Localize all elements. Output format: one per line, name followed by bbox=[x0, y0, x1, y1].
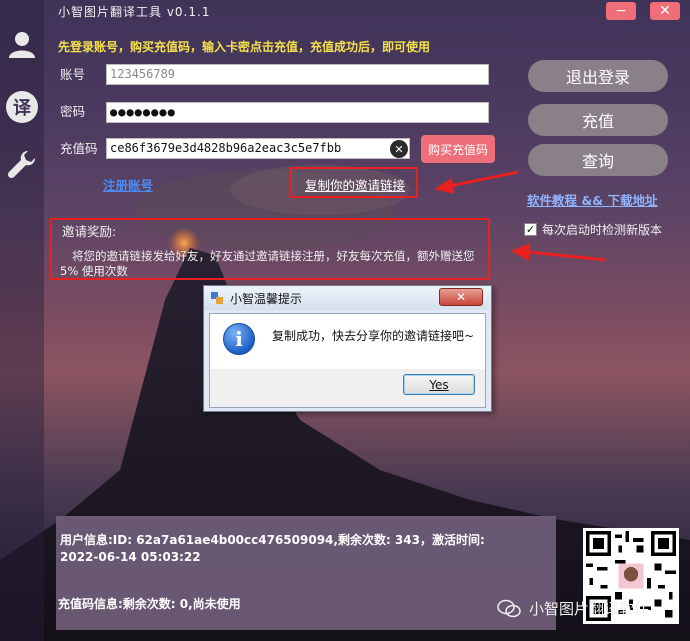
auto-update-checkbox[interactable]: ✓ bbox=[524, 223, 537, 236]
dialog-title: 小智温馨提示 bbox=[230, 291, 303, 306]
clear-input-icon[interactable]: ✕ bbox=[390, 140, 408, 158]
info-dialog: 小智温馨提示 ✕ i 复制成功，快去分享你的邀请链接吧~ Yes bbox=[203, 285, 492, 412]
wechat-icon bbox=[497, 599, 521, 617]
buy-code-button[interactable]: 购买充值码 bbox=[421, 135, 495, 163]
invite-reward-title: 邀请奖励: bbox=[62, 224, 117, 239]
recharge-button[interactable]: 充值 bbox=[528, 104, 668, 136]
instruction-notice: 先登录账号，购买充值码，输入卡密点击充值，充值成功后，即可使用 bbox=[58, 40, 431, 54]
watermark-text: 小智图片翻译软件 bbox=[529, 600, 650, 618]
red-arrow-icon bbox=[511, 243, 607, 262]
user-icon[interactable] bbox=[4, 26, 40, 62]
sidebar: 译 bbox=[0, 0, 44, 641]
red-arrow-icon bbox=[434, 170, 519, 194]
auto-update-label: 每次启动时检测新版本 bbox=[542, 223, 663, 237]
code-info-text: 充值码信息:剩余次数: 0,尚未使用 bbox=[58, 597, 241, 611]
translate-glyph: 译 bbox=[6, 91, 38, 123]
logout-button[interactable]: 退出登录 bbox=[528, 60, 668, 92]
dialog-close-button[interactable]: ✕ bbox=[439, 288, 483, 306]
password-input[interactable]: ●●●●●●●● bbox=[106, 102, 489, 123]
watermark: 小智图片翻译软件 bbox=[497, 598, 649, 619]
copy-invite-link[interactable]: 复制你的邀请链接 bbox=[305, 175, 405, 194]
recharge-code-input[interactable]: ce86f3679e3d4828b96a2eac3c5e7fbb bbox=[106, 138, 410, 159]
password-label: 密码 bbox=[60, 104, 86, 119]
user-info-text: 用户信息:ID: 62a7a61ae4b00cc476509094,剩余次数: … bbox=[60, 533, 485, 564]
dialog-message: 复制成功，快去分享你的邀请链接吧~ bbox=[272, 329, 475, 343]
yes-button[interactable]: Yes bbox=[403, 374, 475, 395]
translate-icon[interactable]: 译 bbox=[4, 89, 40, 125]
app-icon bbox=[211, 292, 223, 304]
app-title: 小智图片翻译工具 v0.1.1 bbox=[58, 5, 211, 19]
account-input[interactable]: 123456789 bbox=[106, 64, 489, 85]
query-button[interactable]: 查询 bbox=[528, 144, 668, 176]
close-button[interactable]: ✕ bbox=[650, 2, 680, 20]
tutorial-download-link[interactable]: 软件教程 && 下载地址 bbox=[527, 190, 658, 209]
dialog-body: i 复制成功，快去分享你的邀请链接吧~ Yes bbox=[209, 313, 486, 408]
minimize-button[interactable]: − bbox=[606, 2, 636, 20]
wrench-icon[interactable] bbox=[4, 146, 40, 182]
information-icon: i bbox=[223, 323, 255, 355]
register-link[interactable]: 注册账号 bbox=[103, 175, 153, 194]
recharge-code-label: 充值码 bbox=[60, 141, 98, 156]
yes-button-label: Yes bbox=[429, 377, 449, 392]
auto-update-check-row[interactable]: ✓ 每次启动时检测新版本 bbox=[524, 221, 662, 238]
account-label: 账号 bbox=[60, 67, 86, 82]
invite-reward-text: 将您的邀请链接发给好友，好友通过邀请链接注册，好友每次充值，额外赠送您 5% 使… bbox=[60, 249, 475, 278]
